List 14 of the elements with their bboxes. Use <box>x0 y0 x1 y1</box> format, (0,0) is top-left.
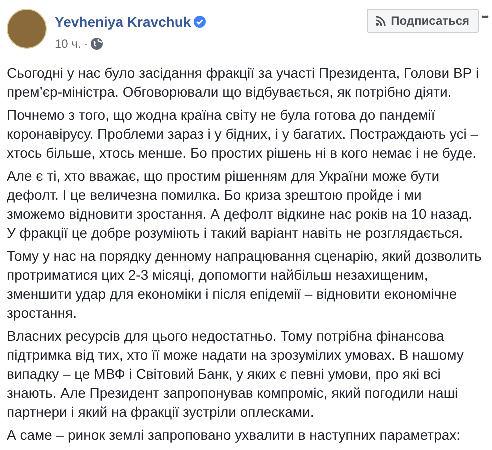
post-paragraph: Тому у нас на порядку денному напрацювання сценарію, який дозволить протриматися цих 2-3 місяці, допомогти найбільш незахищеним, зменшити удар для економіки і після епідемії – відновити економічне зростання. <box>7 247 482 323</box>
separator: · <box>84 36 88 53</box>
post-paragraph: Сьогодні у нас було засідання фракції за участі Президента, Голови ВР і прем’єр-міністра. Обговорювали що відбувається, як потрібно діяти. <box>7 64 480 102</box>
post-time[interactable]: 10 ч. <box>55 35 82 53</box>
post-paragraph: Але є ті, хто вважає, що простим рішенням для України може бути дефолт. І це величезна помилка. Бо криза зрештою пройде і ми зможемо відновити зростання. А дефолт відкине нас років на 10 назад. У фракції це добре розуміють і такий варіант навіть не розглядається. <box>7 167 472 243</box>
avatar[interactable] <box>7 9 47 49</box>
more-options-button[interactable]: ••• <box>482 11 488 23</box>
rss-icon <box>376 16 386 26</box>
follow-button[interactable]: Подписаться <box>367 9 479 33</box>
globe-icon <box>91 38 104 50</box>
author-name[interactable]: Yevheniya Kravchuk <box>55 13 192 31</box>
post-paragraph: Власних ресурсів для цього недостатньо. Тому потрібна фінансова підтримка від тих, хто її може надати на зрозумілих умовах. В нашому випадку – це МВФ і Світовий Банк, у яких є певні умови, про які всі знають. Але Президент запропонував компроміс, який погодили наші партнери і який на фракції зустріли оплесками. <box>7 327 464 422</box>
post-paragraph: А саме – ринок землі запроповано ухвалити в наступних параметрах: <box>7 426 461 445</box>
post-paragraph: Почнемо з того, що жодна країна світу не була готова до пандемії коронавірусу. Проблеми зараз і у бідних, і у багатих. Постраждають усі – хтось більше, хтось менше. Бо простих рішень ні в кого немає і не буде. <box>7 106 479 163</box>
